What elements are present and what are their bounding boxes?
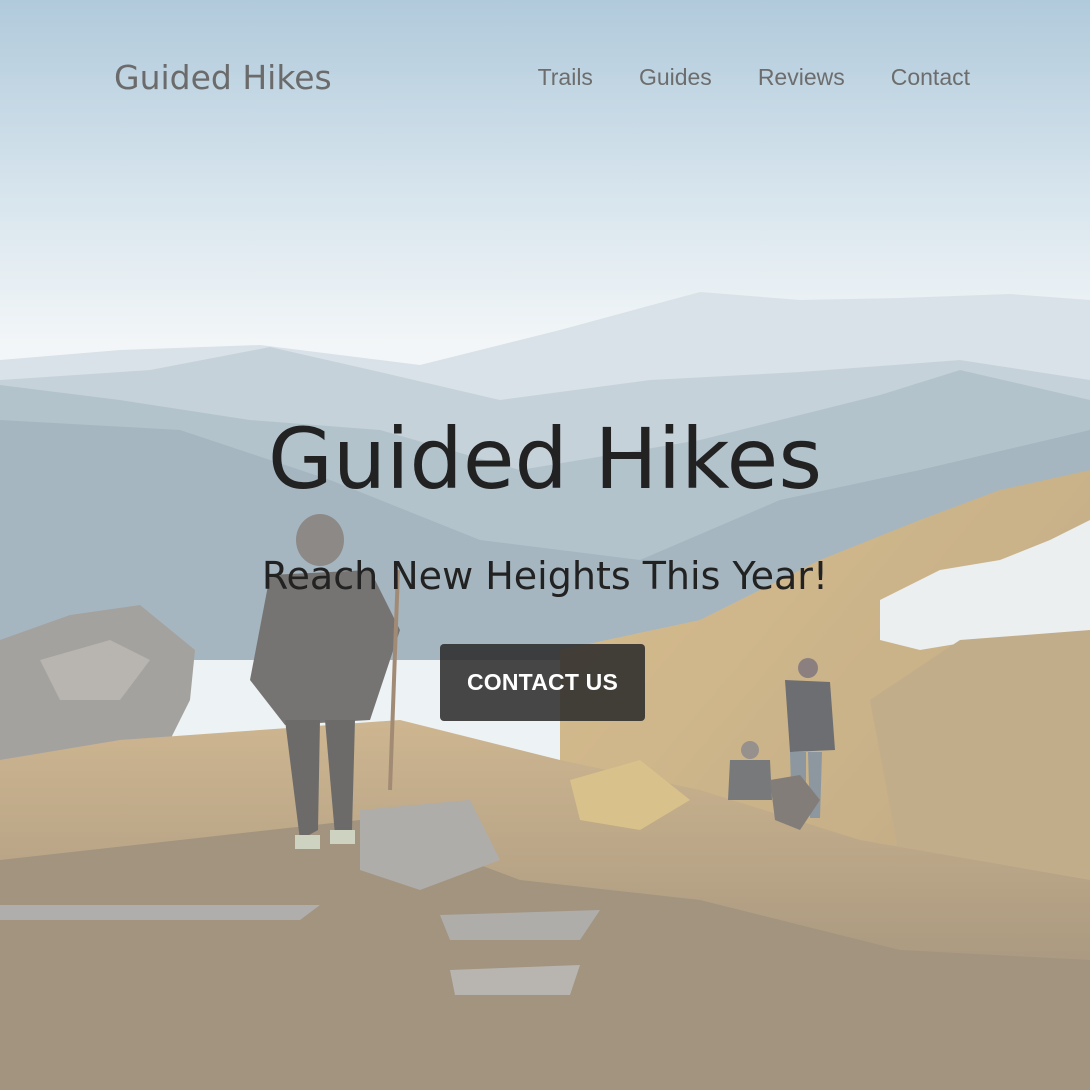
hero-headline: Guided Hikes [267,410,823,508]
contact-us-button[interactable]: CONTACT US [440,644,645,721]
nav-link-trails[interactable]: Trails [538,64,593,91]
hero-overlay [0,0,1090,1090]
main-nav: Trails Guides Reviews Contact [538,64,970,91]
nav-link-guides[interactable]: Guides [639,64,712,91]
nav-link-reviews[interactable]: Reviews [758,64,845,91]
nav-link-contact[interactable]: Contact [891,64,970,91]
site-logo[interactable]: Guided Hikes [114,58,332,97]
hero-section [0,0,1090,1090]
hero-tagline: Reach New Heights This Year! [261,554,829,598]
